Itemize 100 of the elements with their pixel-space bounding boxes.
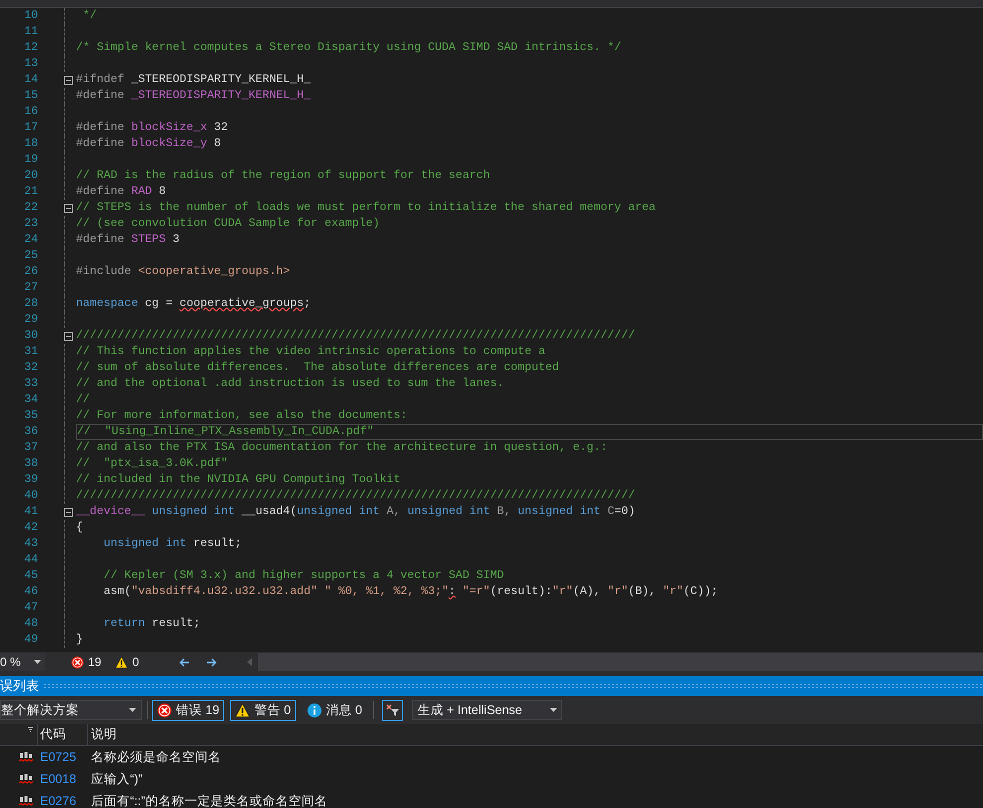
code-line: /* Simple kernel computes a Stereo Disparity using CUDA SIMD SAD intrinsics. */ [76, 40, 622, 56]
code-line: asm("vabsdiff4.u32.u32.u32.add" " %0, %1, %2, %3;": "=r"(result):"r"(A), "r"(B), "r"(C)); [102, 584, 718, 600]
line-number: 38 [23, 456, 38, 472]
code-line: // (see convolution CUDA Sample for example) [76, 216, 380, 232]
line-number: 24 [23, 232, 38, 248]
line-number: 36 [23, 424, 38, 440]
line-number: 17 [23, 120, 38, 136]
spelling-error-icon [19, 752, 34, 762]
error-description: 名称必须是命名空间名 [90, 748, 221, 766]
code-line: // "Using_Inline_PTX_Assembly_In_CUDA.pdf" [77, 424, 374, 440]
line-number: 27 [23, 280, 38, 296]
line-number: 11 [23, 24, 38, 40]
line-number: 34 [23, 392, 38, 408]
line-number: 23 [23, 216, 38, 232]
code-line: ///////////////////////////////////////////////////////////////////////////////// [76, 488, 635, 504]
line-number: 41 [23, 504, 38, 520]
code-line: #define RAD 8 [76, 184, 166, 200]
error-description: 应输入“)” [90, 770, 142, 788]
line-number: 35 [23, 408, 38, 424]
collapse-icon[interactable] [64, 508, 73, 516]
line-number: 10 [23, 8, 38, 24]
code-line: // included in the NVIDIA GPU Computing Toolkit [76, 472, 400, 488]
line-number: 48 [23, 616, 38, 632]
code-line: // STEPS is the number of loads we must perform to initialize the shared memory area [76, 200, 656, 216]
code-line: #define _STEREODISPARITY_KERNEL_H_ [76, 88, 311, 104]
caret-icon [129, 708, 136, 712]
line-number: 42 [23, 520, 38, 536]
line-number: 45 [23, 568, 38, 584]
collapse-icon[interactable] [64, 76, 73, 84]
line-number: 25 [23, 248, 38, 264]
line-number: 12 [23, 40, 38, 56]
line-number: 18 [23, 136, 38, 152]
line-number: 20 [23, 168, 38, 184]
line-number: 26 [23, 264, 38, 280]
code-line: __device__ unsigned int __usad4(unsigned int A, unsigned int B, unsigned int C=0) [76, 504, 636, 520]
error-icon [71, 656, 84, 668]
line-number: 43 [23, 536, 38, 552]
back-arrow-icon[interactable] [179, 658, 190, 666]
code-line: // [76, 392, 90, 408]
code-line: #define STEPS 3 [76, 232, 180, 248]
error-code-link[interactable]: E0018 [38, 770, 88, 788]
column-header[interactable]: 代码 [38, 724, 88, 745]
code-line: // sum of absolute differences. The absolute differences are computed [76, 360, 560, 376]
line-number: 40 [23, 488, 38, 504]
line-number: 14 [23, 72, 38, 88]
collapse-icon[interactable] [64, 204, 73, 212]
error-code-link[interactable]: E0276 [38, 792, 88, 808]
code-line: unsigned int result; [102, 536, 242, 552]
line-number: 33 [23, 376, 38, 392]
zoom-dropdown[interactable]: 0 % [0, 653, 45, 671]
column-header[interactable]: 说明 [88, 725, 117, 744]
filter-button[interactable]: 警告 0 [230, 700, 296, 720]
code-line: // "ptx_isa_3.0K.pdf" [76, 456, 228, 472]
code-line: // For more information, see also the documents: [76, 408, 408, 424]
forward-arrow-icon[interactable] [206, 658, 218, 666]
line-number: 29 [23, 312, 38, 328]
line-number: 15 [23, 88, 38, 104]
line-number: 37 [23, 440, 38, 456]
code-line: { [76, 520, 83, 536]
scope-dropdown[interactable]: 整个解决方案 [0, 700, 142, 720]
filter-button[interactable]: 消息 0 [302, 700, 368, 720]
error-description: 后面有“::”的名称一定是类名或命名空间名 [90, 792, 328, 808]
code-line: // This function applies the video intrinsic operations to compute a [76, 344, 546, 360]
code-line: // and the optional .add instruction is used to sum the lanes. [76, 376, 504, 392]
line-number: 13 [23, 56, 38, 72]
line-number: 22 [23, 200, 38, 216]
line-number: 46 [23, 584, 38, 600]
warning-icon [115, 656, 128, 668]
line-number: 44 [23, 552, 38, 568]
line-number: 39 [23, 472, 38, 488]
line-number: 47 [23, 600, 38, 616]
horizontal-scrollbar[interactable] [258, 653, 983, 671]
line-number: 19 [23, 152, 38, 168]
info-icon [306, 702, 322, 718]
code-line: } [76, 632, 83, 648]
line-number: 21 [23, 184, 38, 200]
column-filter-icon[interactable] [28, 727, 33, 732]
collapse-icon[interactable] [64, 332, 73, 340]
line-number: 30 [23, 328, 38, 344]
source-dropdown[interactable]: 生成 + IntelliSense [412, 700, 562, 720]
code-line: #define blockSize_y 8 [76, 136, 221, 152]
line-number: 31 [23, 344, 38, 360]
error-count[interactable]: 19 [88, 653, 102, 671]
filter-clear-icon [386, 704, 400, 716]
filter-button[interactable]: 错误 19 [152, 700, 224, 720]
code-line: */ [82, 8, 97, 24]
line-number: 32 [23, 360, 38, 376]
caret-icon [34, 660, 41, 664]
error-icon [157, 702, 172, 718]
line-number: 16 [23, 104, 38, 120]
warning-count[interactable]: 0 [132, 653, 140, 671]
clear-filter-button[interactable] [382, 700, 404, 720]
code-line: namespace cg = cooperative_groups; [76, 296, 311, 312]
code-line: // Kepler (SM 3.x) and higher supports a 4 vector SAD SIMD [102, 568, 504, 584]
code-line: // and also the PTX ISA documentation for the architecture in question, e.g.: [76, 440, 608, 456]
code-line: return result; [102, 616, 200, 632]
spelling-error-icon [19, 796, 34, 806]
code-line: // RAD is the radius of the region of support for the search [76, 168, 490, 184]
spelling-error-icon [19, 774, 34, 784]
error-code-link[interactable]: E0725 [38, 748, 88, 766]
